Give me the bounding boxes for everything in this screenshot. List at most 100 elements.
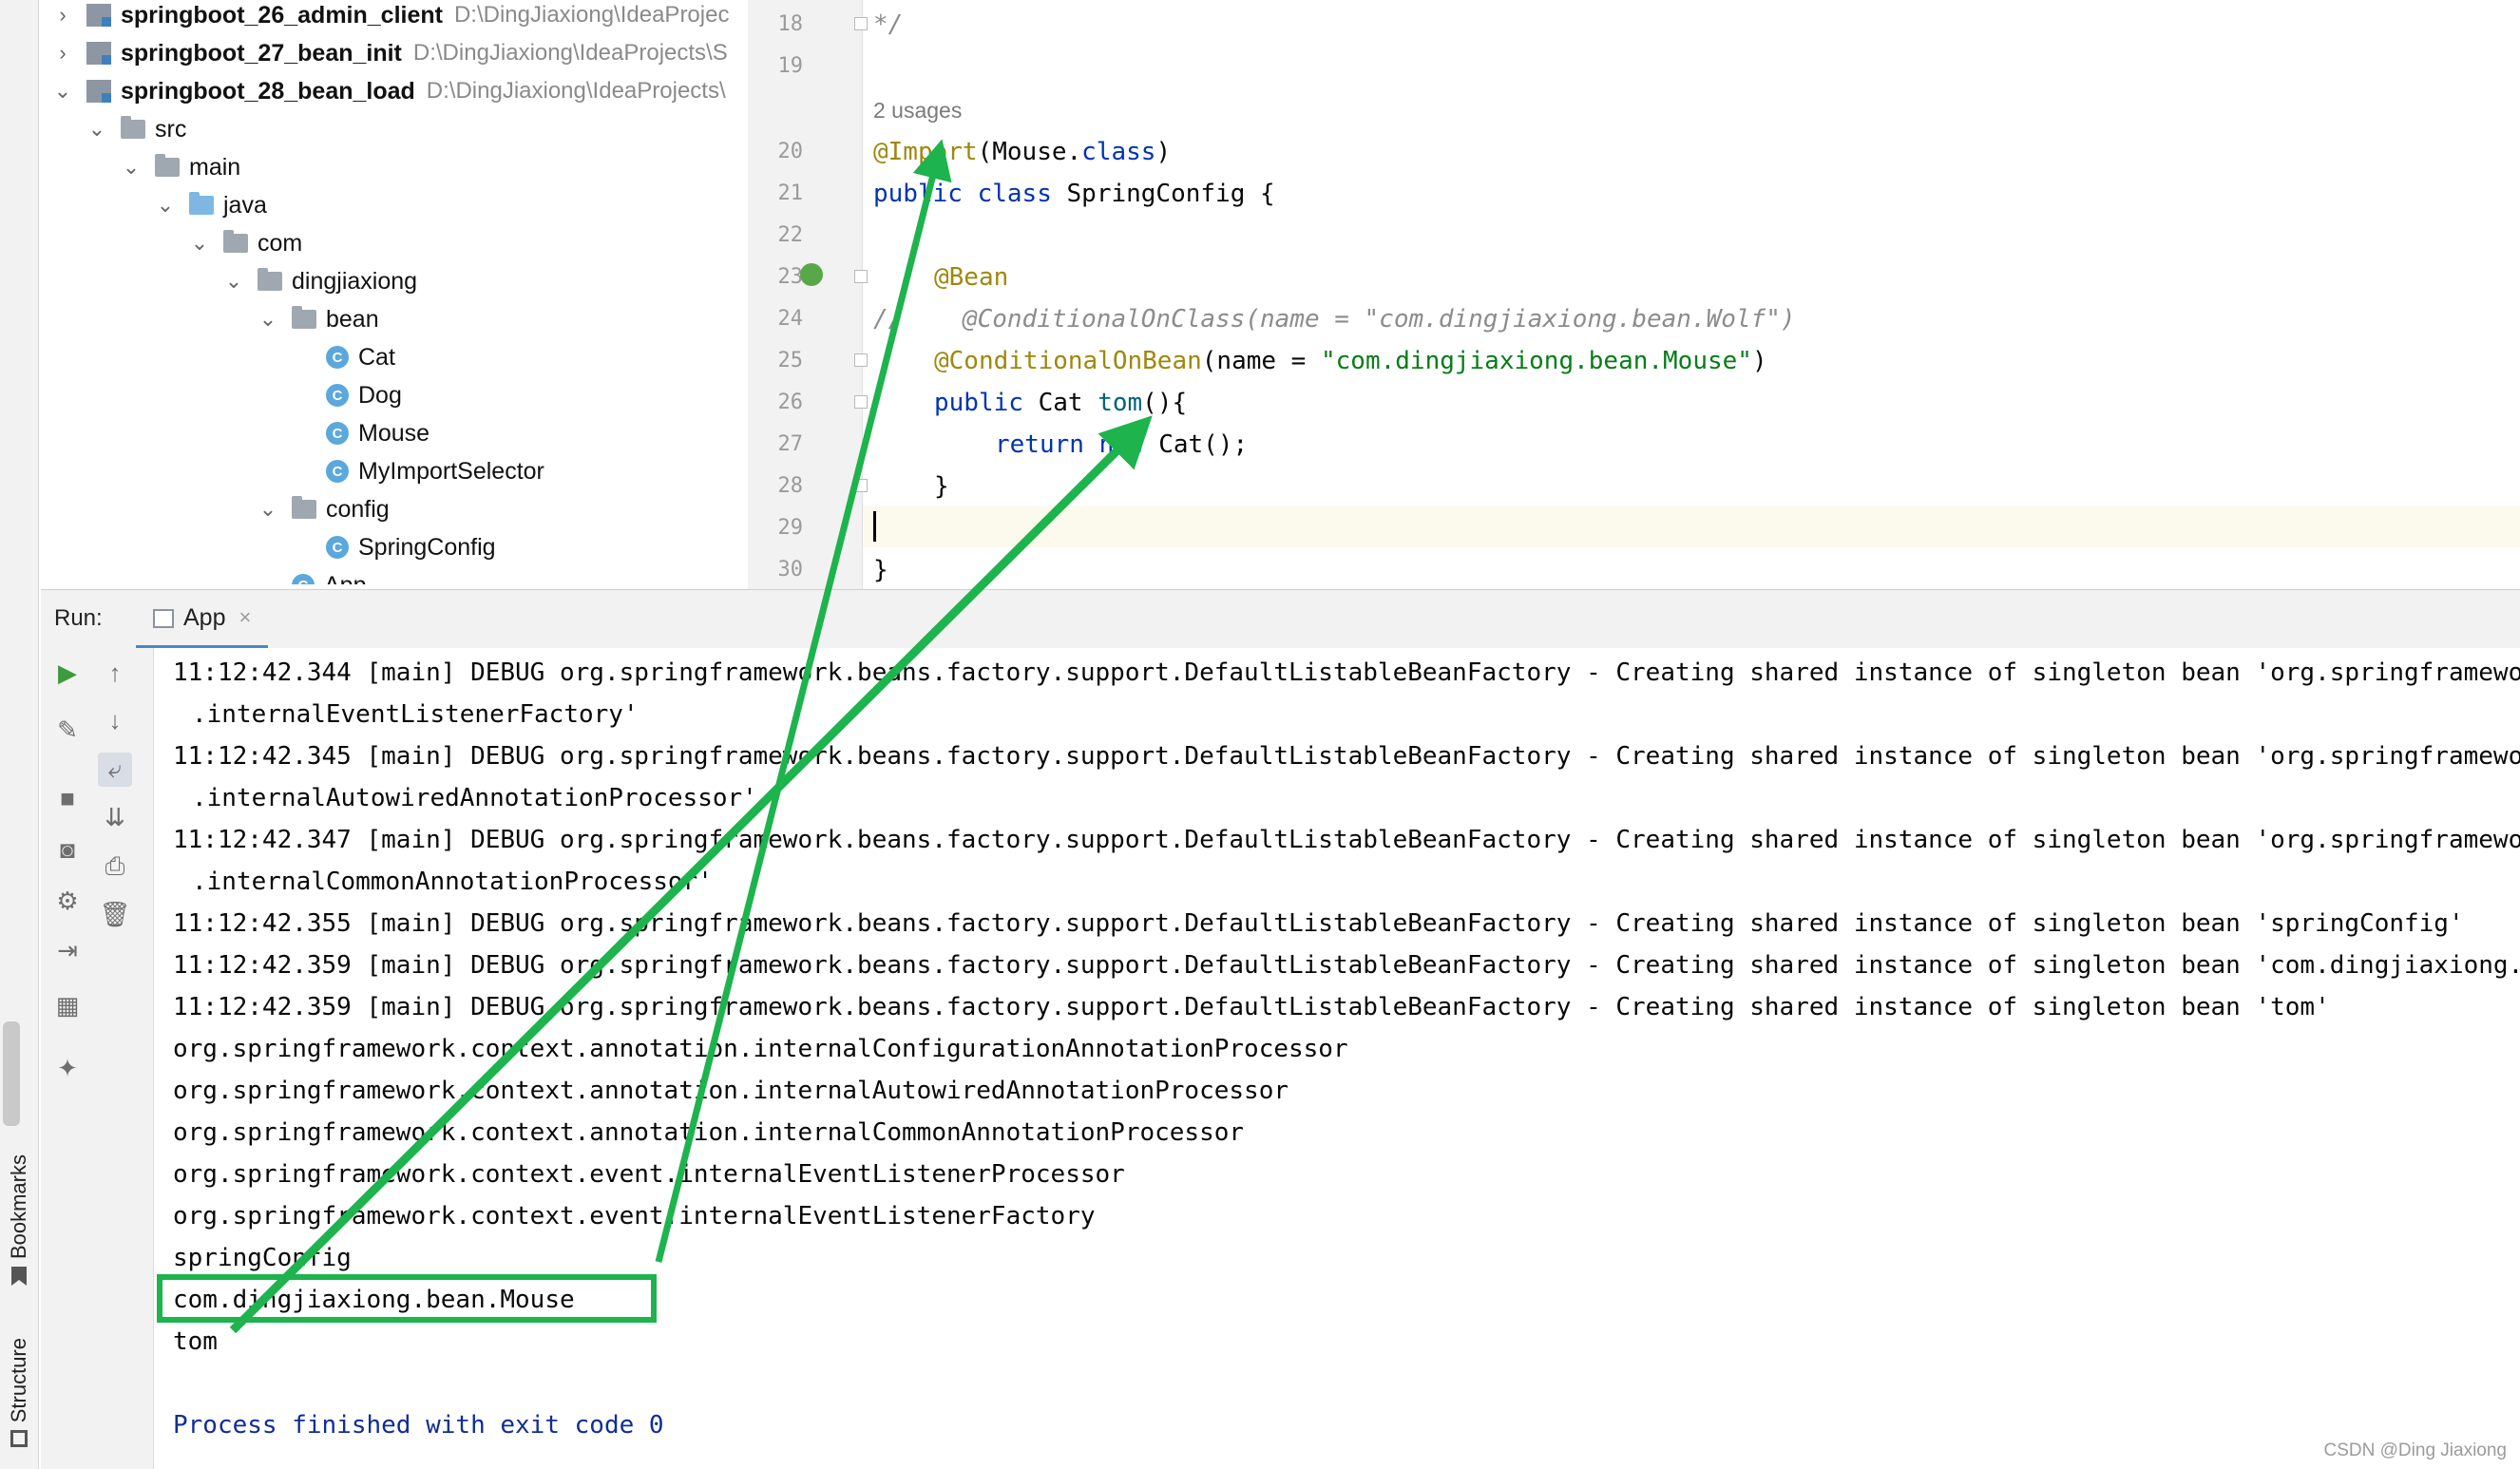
- tree-package-config[interactable]: ⌄ config: [258, 491, 390, 527]
- arrow-up-icon[interactable]: ↑: [98, 656, 132, 690]
- module-icon: [86, 42, 111, 65]
- code-text: (Mouse.: [977, 138, 1082, 166]
- class-name: Mouse: [358, 419, 430, 447]
- fold-icon[interactable]: [854, 17, 868, 30]
- structure-tab[interactable]: Structure: [4, 1338, 34, 1448]
- code-line-28: }: [934, 466, 949, 507]
- console-line: 11:12:42.359 [main] DEBUG org.springfram…: [173, 951, 2520, 980]
- code-text: }: [873, 556, 888, 584]
- tree-class-myimportselector[interactable]: C MyImportSelector: [326, 453, 544, 489]
- source-folder-icon: [189, 192, 214, 215]
- close-icon[interactable]: ×: [239, 605, 251, 630]
- gear-icon[interactable]: ⚙: [50, 884, 85, 918]
- bookmarks-tab[interactable]: Bookmarks: [4, 1154, 34, 1287]
- module-path: D:\DingJiaxiong\IdeaProjects\S: [412, 40, 728, 66]
- line-number: 24: [777, 307, 804, 331]
- tree-folder-src[interactable]: ⌄ src: [86, 111, 187, 147]
- line-number: 29: [777, 516, 804, 540]
- class-name: App: [324, 572, 366, 585]
- fold-icon[interactable]: [854, 353, 868, 367]
- tree-module-row[interactable]: › springboot_27_bean_init D:\DingJiaxion…: [52, 35, 728, 71]
- code-text: (name =: [1201, 347, 1321, 375]
- console-line: .internalAutowiredAnnotationProcessor': [192, 784, 757, 812]
- highlight-box: [157, 1274, 657, 1323]
- console-line: org.springframework.context.annotation.i…: [173, 1035, 1348, 1063]
- layout-icon[interactable]: ▦: [50, 988, 85, 1022]
- trash-icon[interactable]: 🗑: [98, 897, 132, 931]
- tree-class-cat[interactable]: C Cat: [326, 339, 395, 375]
- tree-module-row[interactable]: ⌄ springboot_28_bean_load D:\DingJiaxion…: [52, 73, 726, 109]
- line-number: 30: [777, 558, 804, 582]
- tree-package-com[interactable]: ⌄ com: [189, 225, 302, 261]
- tree-package-dingjiaxiong[interactable]: ⌄ dingjiaxiong: [223, 263, 417, 299]
- tree-package-bean[interactable]: ⌄ bean: [258, 301, 379, 337]
- camera-icon[interactable]: ◙: [50, 832, 85, 867]
- play-icon[interactable]: ▶: [50, 656, 85, 690]
- code-line-23: @Bean: [934, 257, 1008, 298]
- package-icon: [223, 230, 248, 253]
- fold-icon[interactable]: [854, 479, 868, 492]
- tree-class-mouse[interactable]: C Mouse: [326, 415, 430, 451]
- structure-icon: [10, 1430, 28, 1448]
- console-line: springConfig: [173, 1244, 352, 1272]
- code-text: ): [1155, 138, 1172, 166]
- chevron-down-icon[interactable]: ⌄: [223, 269, 244, 294]
- exit-icon[interactable]: ⇥: [50, 933, 85, 967]
- run-tab-app[interactable]: App ×: [136, 590, 269, 649]
- tree-class-springconfig[interactable]: C SpringConfig: [326, 529, 496, 565]
- print-icon[interactable]: ⎙: [98, 849, 132, 884]
- tree-class-dog[interactable]: C Dog: [326, 377, 402, 413]
- console-output[interactable]: 11:12:42.344 [main] DEBUG org.springfram…: [154, 648, 2520, 1469]
- code-line-25: @ConditionalOnBean(name = "com.dingjiaxi…: [934, 340, 1767, 382]
- package-icon: [292, 496, 316, 519]
- chevron-down-icon[interactable]: ⌄: [121, 155, 142, 180]
- console-line: .internalEventListenerFactory': [192, 700, 639, 729]
- run-tab-label: App: [183, 603, 226, 631]
- class-icon: C: [292, 574, 315, 584]
- strip-handle[interactable]: [3, 1021, 20, 1126]
- module-path: D:\DingJiaxiong\IdeaProjects\: [426, 78, 726, 104]
- tree-folder-java[interactable]: ⌄ java: [155, 187, 267, 223]
- chevron-down-icon[interactable]: ⌄: [155, 193, 176, 218]
- module-name: springboot_28_bean_load: [121, 77, 415, 105]
- chevron-down-icon[interactable]: ⌄: [258, 497, 278, 522]
- console-line: org.springframework.context.annotation.i…: [173, 1077, 1289, 1105]
- line-number: 28: [777, 474, 804, 498]
- console-line: 11:12:42.345 [main] DEBUG org.springfram…: [173, 742, 2520, 771]
- class-name: SpringConfig: [358, 533, 496, 561]
- class-icon: C: [326, 460, 349, 483]
- project-tree-panel: › springboot_26_admin_client D:\DingJiax…: [41, 0, 744, 584]
- scroll-to-end-icon[interactable]: ⇊: [98, 800, 132, 834]
- console-line: org.springframework.context.event.intern…: [173, 1160, 1125, 1189]
- chevron-down-icon[interactable]: ⌄: [189, 231, 210, 256]
- code-text: }: [934, 472, 949, 501]
- soft-wrap-icon[interactable]: ⤶: [98, 753, 132, 787]
- usages-hint[interactable]: 2 usages: [873, 89, 962, 131]
- fold-icon[interactable]: [854, 270, 868, 283]
- arrow-down-icon[interactable]: ↓: [98, 703, 132, 737]
- tree-folder-main[interactable]: ⌄ main: [121, 149, 240, 185]
- fold-icon[interactable]: [854, 395, 868, 409]
- chevron-right-icon[interactable]: ›: [52, 41, 73, 66]
- chevron-down-icon[interactable]: ⌄: [258, 307, 278, 332]
- console-line: org.springframework.context.annotation.i…: [173, 1118, 1245, 1147]
- chevron-down-icon[interactable]: ⌄: [86, 117, 107, 142]
- text-caret: [873, 511, 876, 542]
- chevron-down-icon[interactable]: ⌄: [52, 79, 73, 104]
- tree-class-app[interactable]: C App: [292, 567, 366, 584]
- class-declaration: SpringConfig {: [1066, 180, 1275, 208]
- commented-annotation: // @ConditionalOnClass(name = "com.dingj…: [873, 305, 1796, 334]
- pin-icon[interactable]: ✦: [50, 1051, 85, 1085]
- line-number: 26: [777, 391, 804, 414]
- package-name: dingjiaxiong: [292, 267, 418, 295]
- run-tool-window-header: Run: App ×: [41, 589, 2520, 650]
- code-editor[interactable]: 18 19 20 21 22 23 24 25 26 27 28 29 30 *…: [748, 0, 2520, 589]
- tree-module-row[interactable]: › springboot_26_admin_client D:\DingJiax…: [52, 0, 729, 33]
- bookmark-icon: [11, 1267, 27, 1287]
- wrench-icon[interactable]: ✎: [50, 713, 85, 747]
- stop-icon[interactable]: ■: [50, 781, 85, 815]
- spring-bean-gutter-icon[interactable]: [800, 263, 823, 286]
- module-icon: [86, 80, 111, 103]
- class-name: MyImportSelector: [358, 457, 544, 485]
- chevron-right-icon[interactable]: ›: [52, 3, 73, 28]
